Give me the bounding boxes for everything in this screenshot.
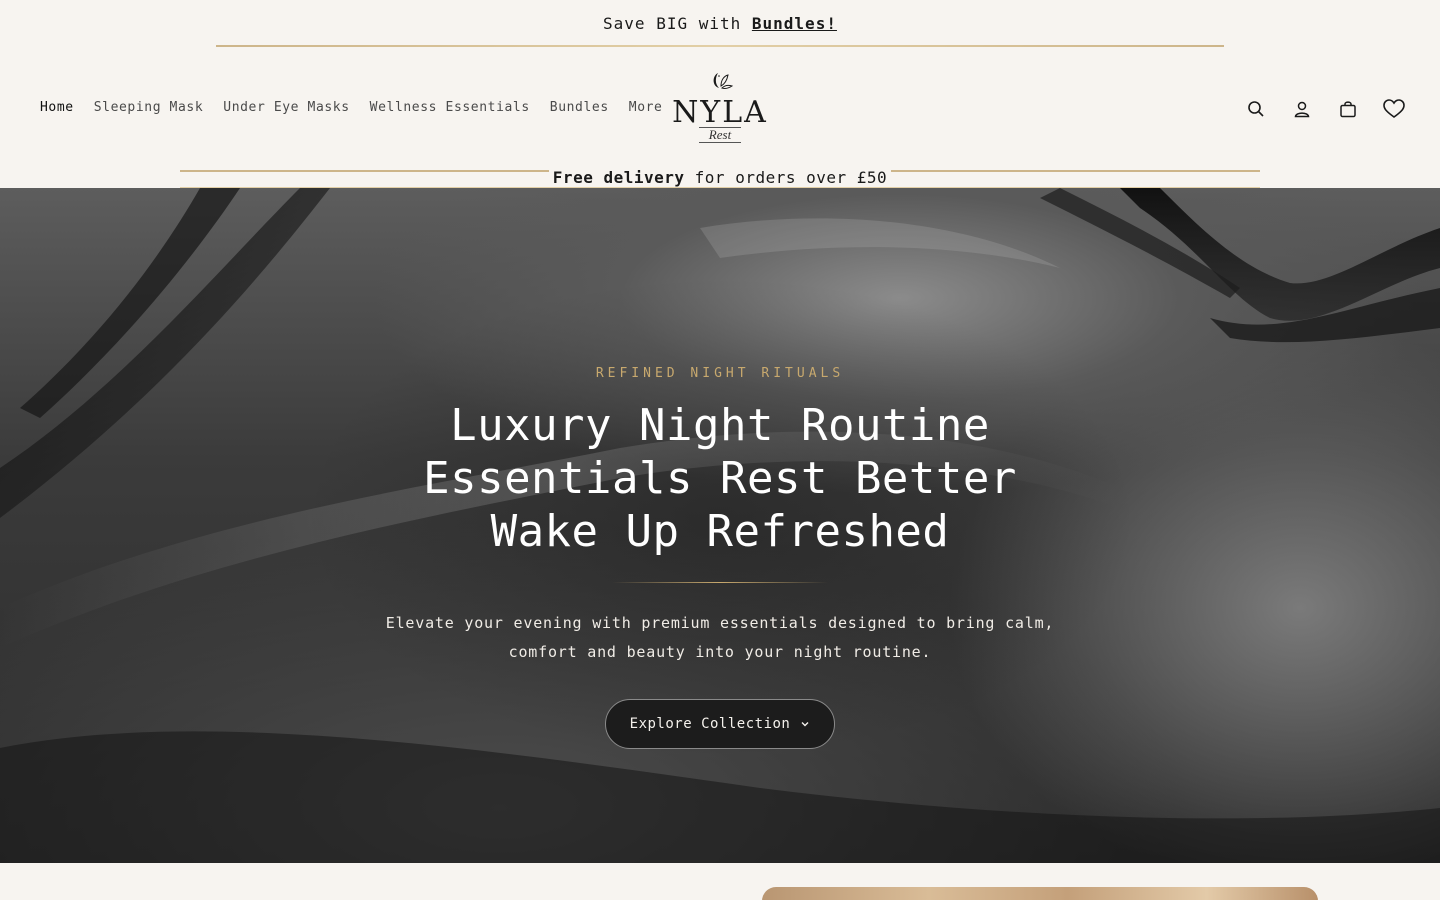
header-actions [1245, 98, 1405, 120]
nav-item-home[interactable]: Home [40, 100, 74, 115]
product-image [762, 887, 1318, 900]
explore-collection-button[interactable]: Explore Collection [605, 699, 835, 749]
chevron-down-icon [801, 722, 809, 727]
nav-item-under-eye-masks[interactable]: Under Eye Masks [223, 100, 349, 115]
announcement-text: Save BIG with Bundles! [603, 14, 837, 33]
nav-item-wellness-essentials[interactable]: Wellness Essentials [370, 100, 530, 115]
hero-eyebrow: REFINED NIGHT RITUALS [595, 366, 845, 381]
delivery-condition: for orders over £50 [684, 168, 888, 187]
hero-content: REFINED NIGHT RITUALS Luxury Night Routi… [0, 188, 1440, 863]
bundles-link[interactable]: Bundles! [752, 14, 837, 33]
delivery-text: Free delivery for orders over £50 [548, 168, 892, 187]
next-section [0, 863, 1440, 900]
hero-subtitle: Elevate your evening with premium essent… [385, 614, 1055, 661]
nav-item-sleeping-mask[interactable]: Sleeping Mask [94, 100, 204, 115]
site-header: Home Sleeping Mask Under Eye Masks Welln… [0, 48, 1440, 170]
nav-item-bundles[interactable]: Bundles [550, 100, 609, 115]
logo-wordmark: NYLA [672, 95, 768, 130]
announcement-divider [216, 45, 1224, 47]
delivery-banner: Free delivery for orders over £50 [180, 168, 1260, 188]
account-icon[interactable] [1291, 98, 1313, 120]
logo-subtitle: Rest [698, 127, 742, 143]
hero-divider [612, 582, 828, 583]
cart-icon[interactable] [1337, 98, 1359, 120]
moon-leaf-logo-icon [713, 73, 734, 89]
search-icon[interactable] [1245, 98, 1267, 120]
explore-collection-label: Explore Collection [629, 716, 791, 732]
main-nav: Home Sleeping Mask Under Eye Masks Welln… [40, 100, 663, 115]
announcement-prefix: Save BIG with [603, 13, 752, 33]
hero-title: Luxury Night Routine Essentials Rest Bet… [423, 400, 1017, 557]
wishlist-heart-icon[interactable] [1383, 98, 1405, 120]
nav-item-more[interactable]: More [629, 100, 663, 115]
hero-section: REFINED NIGHT RITUALS Luxury Night Routi… [0, 188, 1440, 863]
delivery-highlight: Free delivery [552, 168, 685, 187]
announcement-bar: Save BIG with Bundles! [0, 0, 1440, 48]
brand-logo[interactable]: NYLA Rest [670, 70, 770, 150]
